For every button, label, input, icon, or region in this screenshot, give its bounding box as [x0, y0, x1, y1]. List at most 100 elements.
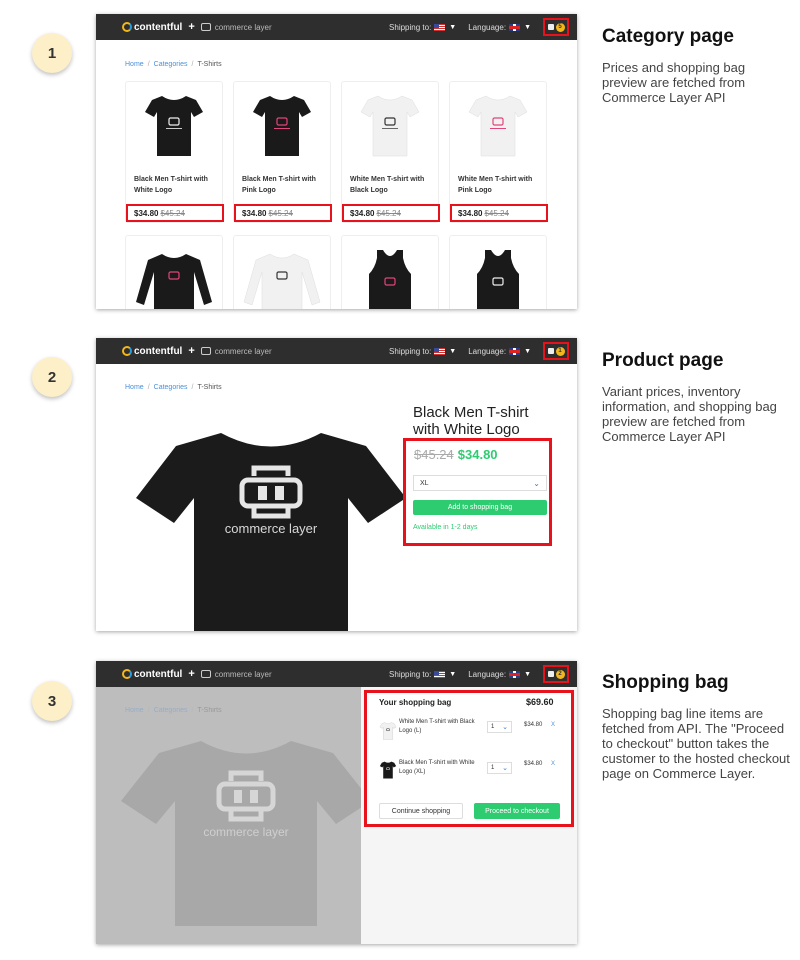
breadcrumb-home[interactable]: Home [125, 384, 144, 391]
price-row: $45.24 $34.80 [414, 447, 498, 462]
line-item-price: $34.80 [524, 722, 543, 728]
product-image [243, 253, 321, 309]
product-card[interactable] [341, 235, 439, 309]
product-name[interactable]: White Men T-shirt with Black Logo [350, 174, 436, 196]
breadcrumb-current: T-Shirts [197, 384, 222, 391]
size-select[interactable]: XL ⌄ [413, 475, 547, 491]
language-select[interactable]: Language: ▼ [468, 23, 531, 32]
old-price: $45.24 [414, 447, 454, 462]
commerce-layer-wordmark: commerce layer [214, 22, 272, 32]
us-flag-icon [434, 670, 446, 678]
product-image [136, 254, 212, 309]
step-description: Category page Prices and shopping bag pr… [602, 26, 792, 105]
quantity-select[interactable]: 1 ⌄ [487, 721, 512, 733]
bag-icon [547, 348, 554, 354]
breadcrumb-categories[interactable]: Categories [154, 384, 188, 391]
product-image [360, 95, 420, 157]
product-name[interactable]: Black Men T-shirt with Pink Logo [242, 174, 328, 196]
product-image: commerce layer [136, 433, 406, 631]
product-image [253, 96, 311, 156]
old-price: $45.24 [160, 208, 185, 218]
line-item-image [379, 722, 397, 740]
availability-text: Available in 1-2 days [413, 524, 478, 531]
breadcrumb-current: T-Shirts [197, 61, 222, 68]
uk-flag-icon [509, 23, 521, 31]
uk-flag-icon [509, 347, 521, 355]
product-image [369, 250, 411, 309]
breadcrumb-home: Home [125, 707, 144, 714]
remove-item-button[interactable]: X [551, 761, 555, 767]
commerce-layer-wordmark: commerce layer [214, 346, 272, 356]
contentful-logo: contentful [122, 346, 182, 357]
bag-icon [547, 24, 554, 30]
price: $34.80 [242, 208, 267, 218]
shopping-bag-button[interactable]: 1 [543, 342, 569, 360]
language-select[interactable]: Language: ▼ [468, 670, 531, 679]
step-text: Prices and shopping bag preview are fetc… [602, 60, 746, 105]
product-page-screenshot: contentful + commerce layer Shipping to:… [96, 338, 577, 631]
product-card[interactable] [449, 235, 547, 309]
product-name[interactable]: White Men T-shirt with Pink Logo [458, 174, 544, 196]
price: $34.80 [134, 208, 159, 218]
plus-sign: + [188, 668, 195, 680]
shirt-print-text: commerce layer [225, 521, 318, 536]
price-highlight: $34.80 $45.24 [126, 204, 224, 222]
product-image [468, 95, 528, 157]
shopping-bag-button[interactable]: 2 [543, 665, 569, 683]
add-to-bag-button[interactable]: Add to shopping bag [413, 500, 547, 515]
product-image-dimmed: commerce layer [121, 741, 371, 926]
bag-title: Your shopping bag [379, 698, 452, 707]
chevron-down-icon: ⌄ [502, 724, 508, 731]
breadcrumb: Home / Categories / T-Shirts [125, 707, 222, 714]
shirt-print-text: commerce layer [203, 825, 288, 839]
chevron-down-icon: ▼ [524, 670, 531, 678]
step-title: Category page [602, 26, 734, 47]
step-number-badge: 2 [32, 357, 72, 397]
bag-total: $69.60 [526, 697, 554, 707]
contentful-logo: contentful [122, 22, 182, 33]
shopping-bag-button[interactable]: 5 [543, 18, 569, 36]
chevron-down-icon: ▼ [449, 670, 457, 678]
shipping-country-select[interactable]: Shipping to: ▼ [389, 23, 456, 32]
product-card[interactable] [233, 235, 331, 309]
product-image [477, 250, 519, 309]
price: $34.80 [457, 447, 498, 462]
product-card[interactable]: Black Men T-shirt with White Logo $34.80… [125, 81, 224, 223]
plus-sign: + [188, 345, 195, 357]
shopping-bag-screenshot: contentful + commerce layer Shipping to:… [96, 661, 577, 944]
breadcrumb-home[interactable]: Home [125, 61, 144, 68]
product-name[interactable]: Black Men T-shirt with White Logo [134, 174, 220, 196]
quantity-select[interactable]: 1 ⌄ [487, 762, 512, 774]
shipping-country-select[interactable]: Shipping to: ▼ [389, 670, 456, 679]
language-select[interactable]: Language: ▼ [468, 347, 531, 356]
shipping-country-select[interactable]: Shipping to: ▼ [389, 347, 456, 356]
chevron-down-icon: ▼ [524, 347, 531, 355]
bag-count-badge: 2 [555, 669, 565, 679]
bag-line-item: Black Men T-shirt with White Logo (XL) 1… [379, 759, 564, 789]
breadcrumb: Home / Categories / T-Shirts [125, 384, 222, 391]
bag-count-badge: 1 [555, 346, 565, 356]
commerce-layer-logo-icon [200, 670, 211, 678]
contentful-logo: contentful [122, 669, 182, 680]
category-page-screenshot: contentful + commerce layer Shipping to:… [96, 14, 577, 309]
old-price: $45.24 [484, 208, 509, 218]
price-highlight: $34.80 $45.24 [234, 204, 332, 222]
product-card[interactable] [125, 235, 223, 309]
proceed-to-checkout-button[interactable]: Proceed to checkout [474, 803, 560, 819]
commerce-layer-logo-icon [200, 23, 211, 31]
line-item-name: White Men T-shirt with Black Logo (L) [399, 719, 475, 734]
us-flag-icon [434, 23, 446, 31]
continue-shopping-button[interactable]: Continue shopping [379, 803, 463, 819]
top-navbar: contentful + commerce layer Shipping to:… [96, 338, 577, 364]
product-card[interactable]: White Men T-shirt with Pink Logo $34.80 $… [449, 81, 548, 223]
remove-item-button[interactable]: X [551, 722, 555, 728]
product-card[interactable]: Black Men T-shirt with Pink Logo $34.80 $… [233, 81, 332, 223]
breadcrumb: Home / Categories / T-Shirts [125, 61, 222, 68]
commerce-layer-logo-icon [200, 347, 211, 355]
product-card[interactable]: White Men T-shirt with Black Logo $34.80… [341, 81, 440, 223]
chevron-down-icon: ▼ [449, 347, 457, 355]
breadcrumb-categories[interactable]: Categories [154, 61, 188, 68]
chevron-down-icon: ▼ [449, 23, 457, 31]
step-text: Variant prices, inventory information, a… [602, 384, 777, 444]
product-title: Black Men T-shirt with White Logo [413, 404, 529, 438]
